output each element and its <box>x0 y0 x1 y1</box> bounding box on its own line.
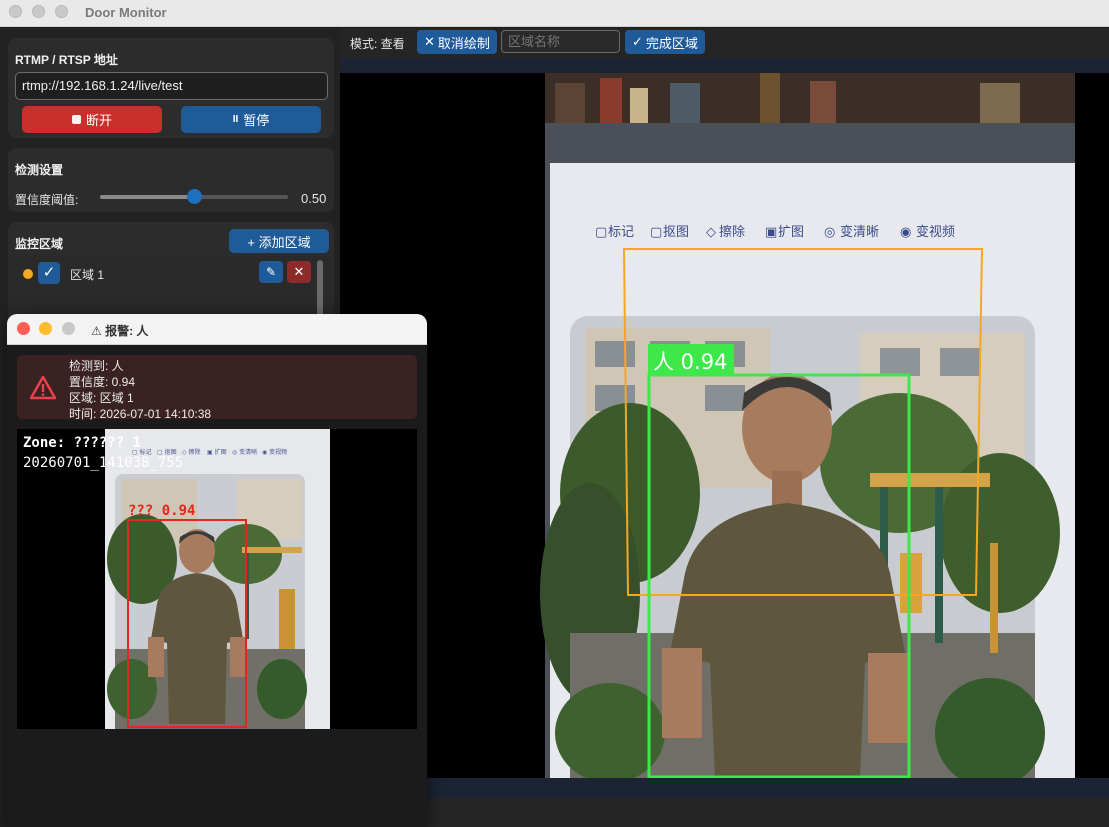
zones-title: 监控区域 <box>15 237 64 251</box>
svg-text:扩图: 扩图 <box>778 225 804 240</box>
snapshot-image: ▢ 标记 ▢ 抠图 ◇ 擦除 ▣ 扩图 ◎ 变清晰 ◉ 变视频 ??? 0.94 Zone… <box>23 429 330 729</box>
svg-text:变视频: 变视频 <box>916 224 955 240</box>
add-zone-button[interactable]: + 添加区域 <box>229 229 329 253</box>
mode-toolbar: 模式: 查看 ✕ 取消绘制 ✓ 完成区域 <box>340 28 1109 58</box>
cancel-draw-label: 取消绘制 <box>437 35 490 51</box>
svg-text:擦除: 擦除 <box>719 225 745 240</box>
alert-snapshot[interactable]: ▢ 标记 ▢ 抠图 ◇ 擦除 ▣ 扩图 ◎ 变清晰 ◉ 变视频 ??? 0.94 Zone… <box>17 429 417 729</box>
detection-title: 检测设置 <box>15 163 64 177</box>
pause-icon: II <box>232 114 239 125</box>
svg-text:▢: ▢ <box>650 225 662 240</box>
svg-text:抠图: 抠图 <box>663 225 689 240</box>
check-icon: ✓ <box>632 34 643 49</box>
alert-minimize-button[interactable] <box>39 322 52 335</box>
stream-url-input[interactable]: rtmp://192.168.1.24/live/test <box>15 72 328 100</box>
snapshot-box-label: ??? 0.94 <box>128 503 195 519</box>
svg-text:▢: ▢ <box>595 225 607 240</box>
window-titlebar: Door Monitor <box>0 0 1109 27</box>
main-view: 模式: 查看 ✕ 取消绘制 ✓ 完成区域 ▢标记 <box>340 28 1109 827</box>
svg-text:◎: ◎ <box>824 225 835 240</box>
threshold-value: 0.50 <box>301 191 327 206</box>
snapshot-timestamp: 20260701_141038_755 <box>23 455 183 471</box>
alert-close-button[interactable] <box>17 322 30 335</box>
minimize-window-button[interactable] <box>32 5 45 18</box>
cancel-draw-button[interactable]: ✕ 取消绘制 <box>417 30 497 54</box>
zone-color-dot <box>23 269 33 279</box>
svg-text:◇ 擦除: ◇ 擦除 <box>182 448 201 456</box>
edit-zone-button[interactable]: ✎ <box>259 261 283 283</box>
alert-detected: 检测到: 人 <box>69 359 124 373</box>
pause-label: 暂停 <box>243 113 270 128</box>
finish-zone-button[interactable]: ✓ 完成区域 <box>625 30 705 54</box>
stream-card: RTMP / RTSP 地址 rtmp://192.168.1.24/live/… <box>8 38 334 138</box>
threshold-slider-knob[interactable] <box>187 189 202 204</box>
zone-name-input[interactable] <box>501 30 620 53</box>
alert-info-box: 检测到: 人 置信度: 0.94 区域: 区域 1 时间: 2026-07-01… <box>17 355 417 421</box>
mode-label: 模式: 查看 <box>350 37 405 51</box>
video-top-strip <box>340 58 1109 73</box>
warning-icon <box>29 375 57 400</box>
disconnect-label: 断开 <box>85 113 112 128</box>
window-title: Door Monitor <box>85 5 167 20</box>
close-icon: ✕ <box>424 34 435 49</box>
detection-label: 人 0.94 <box>653 350 727 374</box>
alert-zoom-button[interactable] <box>62 322 75 335</box>
video-frame: ▢ 标记 ▢ 抠图 ◇ 擦除 ▣ 扩图 ◎ 变清晰 ◉ 变视频 人 0.94 <box>540 73 1075 778</box>
tab-label: 标记 <box>608 225 634 240</box>
alert-zone: 区域: 区域 1 <box>69 391 134 405</box>
close-window-button[interactable] <box>9 5 22 18</box>
zone-list-item[interactable]: ✓ 区域 1 ✎ ✕ <box>8 260 318 288</box>
pause-button[interactable]: II 暂停 <box>181 106 321 133</box>
detection-card: 检测设置 置信度阈值: 0.50 <box>8 148 334 212</box>
svg-text:▣ 扩图: ▣ 扩图 <box>207 448 227 456</box>
video-view[interactable]: ▢ 标记 ▢ 抠图 ◇ 擦除 ▣ 扩图 ◎ 变清晰 ◉ 变视频 人 0.94 <box>340 73 1109 778</box>
zone-list-scrollbar[interactable] <box>317 260 323 320</box>
stop-icon <box>71 115 81 124</box>
svg-text:◎ 变清晰: ◎ 变清晰 <box>232 448 257 456</box>
stream-title: RTMP / RTSP 地址 <box>15 53 118 67</box>
svg-text:◉ 变视频: ◉ 变视频 <box>262 448 287 456</box>
alert-time: 时间: 2026-07-01 14:10:38 <box>69 407 212 421</box>
threshold-slider[interactable] <box>100 189 288 204</box>
zone-enabled-checkbox[interactable]: ✓ <box>38 262 60 284</box>
main-bottom-bar <box>340 798 1109 827</box>
video-bottom-strip <box>340 778 1109 798</box>
svg-text:◇: ◇ <box>706 225 716 240</box>
delete-zone-button[interactable]: ✕ <box>287 261 311 283</box>
snapshot-zone-text: Zone: ?????? 1 <box>23 435 141 451</box>
threshold-slider-fill <box>100 195 194 199</box>
zoom-window-button[interactable] <box>55 5 68 18</box>
alert-confidence: 置信度: 0.94 <box>69 375 136 389</box>
svg-text:◉: ◉ <box>900 225 911 240</box>
finish-zone-label: 完成区域 <box>645 35 698 51</box>
svg-text:变清晰: 变清晰 <box>840 224 879 240</box>
alert-titlebar: ⚠ 报警: 人 <box>7 314 427 345</box>
threshold-label: 置信度阈值: <box>15 193 79 207</box>
disconnect-button[interactable]: 断开 <box>22 106 162 133</box>
svg-text:▣: ▣ <box>765 225 777 240</box>
alert-title: ⚠ 报警: 人 <box>91 324 149 338</box>
zone-name: 区域 1 <box>70 268 105 282</box>
alert-window: ⚠ 报警: 人 检测到: 人 置信度: 0.94 区域: 区域 1 时间: 20… <box>7 314 427 827</box>
